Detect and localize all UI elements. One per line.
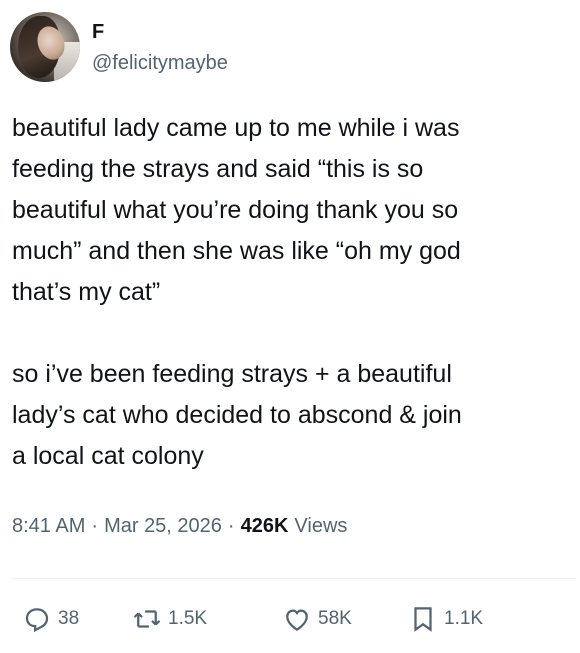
reply-count: 38 bbox=[58, 608, 80, 629]
like-button[interactable]: 58K bbox=[282, 604, 408, 634]
avatar[interactable] bbox=[10, 12, 80, 82]
repost-button[interactable]: 1.5K bbox=[132, 604, 282, 634]
display-name[interactable]: F bbox=[92, 20, 228, 44]
bookmark-button[interactable]: 1.1K bbox=[408, 604, 483, 634]
reply-icon bbox=[25, 608, 49, 633]
repost-icon bbox=[133, 610, 161, 628]
tweet-date[interactable]: Mar 25, 2026 bbox=[104, 515, 222, 538]
user-handle[interactable]: @felicitymaybe bbox=[92, 50, 228, 76]
author-names: F @felicitymaybe bbox=[92, 18, 228, 76]
tweet-time[interactable]: 8:41 AM bbox=[12, 515, 85, 538]
views-label: Views bbox=[294, 515, 348, 537]
repost-count: 1.5K bbox=[168, 608, 208, 629]
tweet-paragraph-1: beautiful lady came up to me while i was… bbox=[12, 114, 461, 306]
like-count: 58K bbox=[318, 608, 352, 629]
tweet-text: beautiful lady came up to me while i was… bbox=[12, 108, 572, 477]
like-icon bbox=[286, 609, 308, 631]
bookmark-icon bbox=[414, 607, 432, 632]
tweet-paragraph-2: so i’ve been feeding strays + a beautifu… bbox=[12, 360, 462, 470]
tweet-meta: 8:41 AM · Mar 25, 2026 · 426K Views bbox=[12, 515, 347, 538]
divider bbox=[12, 578, 576, 579]
meta-separator: · bbox=[227, 515, 235, 537]
tweet-header: F @felicitymaybe bbox=[10, 12, 228, 82]
action-bar: 38 1.5K 58K 1.1K bbox=[22, 604, 483, 634]
meta-separator: · bbox=[91, 515, 99, 537]
reply-button[interactable]: 38 bbox=[22, 604, 132, 634]
bookmark-count: 1.1K bbox=[444, 608, 484, 629]
views-count[interactable]: 426K bbox=[241, 515, 289, 538]
